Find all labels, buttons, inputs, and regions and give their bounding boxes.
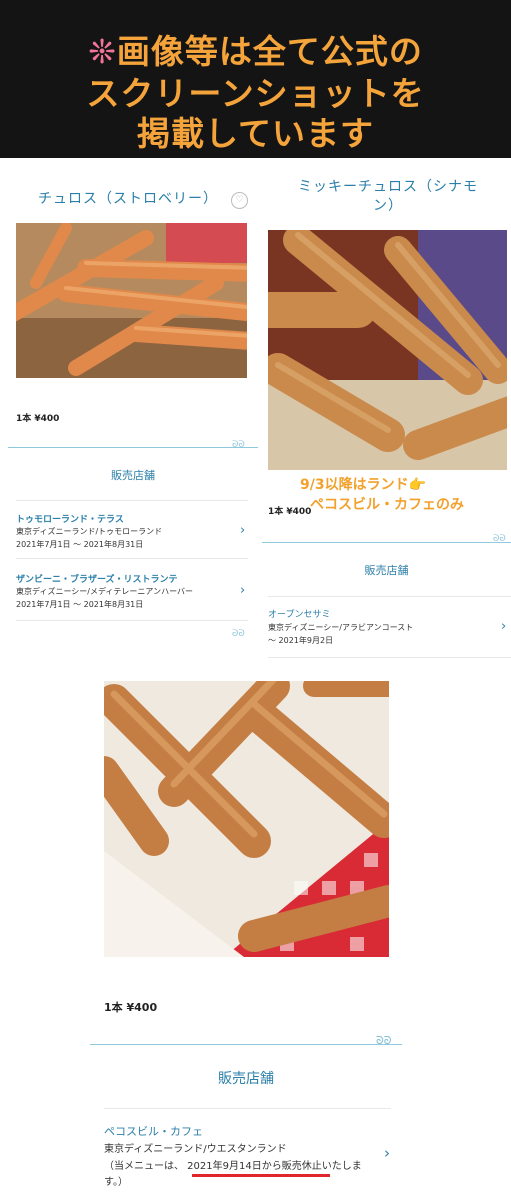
churros-large-image bbox=[104, 681, 389, 957]
list-divider bbox=[268, 596, 511, 597]
product-photo-mickey-churros bbox=[268, 230, 507, 470]
shop-name: ペコスビル・カフェ bbox=[104, 1125, 203, 1138]
shop-location: 東京ディズニーシー/アラビアンコースト bbox=[268, 623, 414, 632]
product-title: チュロス（ストロベリー） bbox=[38, 191, 218, 207]
section-title-shops: 販売店舗 bbox=[218, 1071, 274, 1087]
shop-location: 東京ディズニーランド/トゥモローランド bbox=[16, 527, 163, 536]
section-title-shops: 販売店舗 bbox=[364, 564, 409, 577]
product-title: ミッキーチュロス（シナモン） bbox=[298, 179, 478, 214]
asterisk-icon: ❊ bbox=[88, 32, 117, 71]
shop-list-item[interactable]: ペコスビル・カフェ 東京ディズニーランド/ウエスタンランド （当メニューは、 2… bbox=[104, 1120, 394, 1190]
list-divider bbox=[16, 500, 248, 501]
chevron-right-icon: › bbox=[501, 619, 507, 634]
screenshot-notice-banner: ❊画像等は全て公式の スクリーンショットを 掲載しています bbox=[0, 0, 511, 158]
shop-list-item[interactable]: トゥモローランド・テラス 東京ディズニーランド/トゥモローランド 2021年7月… bbox=[16, 510, 251, 550]
churros-cinnamon-image bbox=[268, 230, 507, 470]
shop-list-item[interactable]: ザンビーニ・ブラザーズ・リストランテ 東京ディズニーシー/メディテレーニアンハー… bbox=[16, 570, 251, 610]
shop-list-item[interactable]: オープンセサミ 東京ディズニーシー/アラビアンコースト 〜 2021年9月2日 … bbox=[268, 605, 511, 647]
shop-location: 東京ディズニーシー/メディテレーニアンハーバー bbox=[16, 587, 194, 596]
banner-line-2: スクリーンショットを bbox=[86, 74, 425, 113]
list-divider bbox=[16, 558, 248, 559]
mickey-divider-icon: ᘐᘐ bbox=[493, 534, 506, 544]
list-divider bbox=[16, 620, 248, 621]
highlight-underline bbox=[192, 1174, 330, 1177]
shop-name: オープンセサミ bbox=[268, 610, 331, 620]
heart-icon[interactable]: ♡ bbox=[231, 192, 248, 209]
product-price: 1本 ¥400 bbox=[104, 1001, 158, 1014]
shop-location: 東京ディズニーランド/ウエスタンランド bbox=[104, 1144, 287, 1155]
availability-note-line-2: ペコスビル・カフェのみ bbox=[310, 497, 464, 513]
list-divider bbox=[104, 1108, 391, 1109]
mickey-divider-icon: ᘐᘐ bbox=[376, 1034, 392, 1047]
product-price: 1本 ¥400 bbox=[268, 507, 312, 517]
shop-name: ザンビーニ・ブラザーズ・リストランテ bbox=[16, 575, 178, 585]
shop-period: 2021年7月1日 〜 2021年8月31日 bbox=[16, 540, 144, 549]
churros-strawberry-image bbox=[16, 223, 247, 378]
product-price: 1本 ¥400 bbox=[16, 414, 60, 424]
chevron-right-icon: › bbox=[240, 523, 246, 538]
chevron-right-icon: › bbox=[384, 1144, 390, 1162]
product-photo-mickey-churros-large bbox=[104, 681, 389, 957]
list-divider bbox=[268, 657, 511, 658]
divider-line bbox=[262, 542, 511, 543]
shop-period: 2021年7月1日 〜 2021年8月31日 bbox=[16, 600, 144, 609]
availability-note-line-1: 9/3以降はランド👉 bbox=[300, 477, 427, 493]
mickey-divider-icon: ᘐᘐ bbox=[232, 440, 245, 450]
banner-line-1: ❊画像等は全て公式の bbox=[88, 32, 423, 71]
chevron-right-icon: › bbox=[240, 583, 246, 598]
shop-period: 〜 2021年9月2日 bbox=[268, 636, 334, 645]
product-photo-strawberry-churros bbox=[16, 223, 247, 378]
shop-notice-continued: す。） bbox=[104, 1177, 128, 1188]
divider-line bbox=[8, 447, 258, 448]
mickey-divider-icon: ᘐᘐ bbox=[232, 629, 245, 639]
divider-line bbox=[90, 1044, 402, 1045]
shop-name: トゥモローランド・テラス bbox=[16, 515, 124, 525]
section-title-shops: 販売店舗 bbox=[111, 469, 155, 482]
shop-notice: （当メニューは、 2021年9月14日から販売休止いたしま bbox=[104, 1161, 362, 1172]
banner-line-3: 掲載しています bbox=[136, 114, 374, 153]
